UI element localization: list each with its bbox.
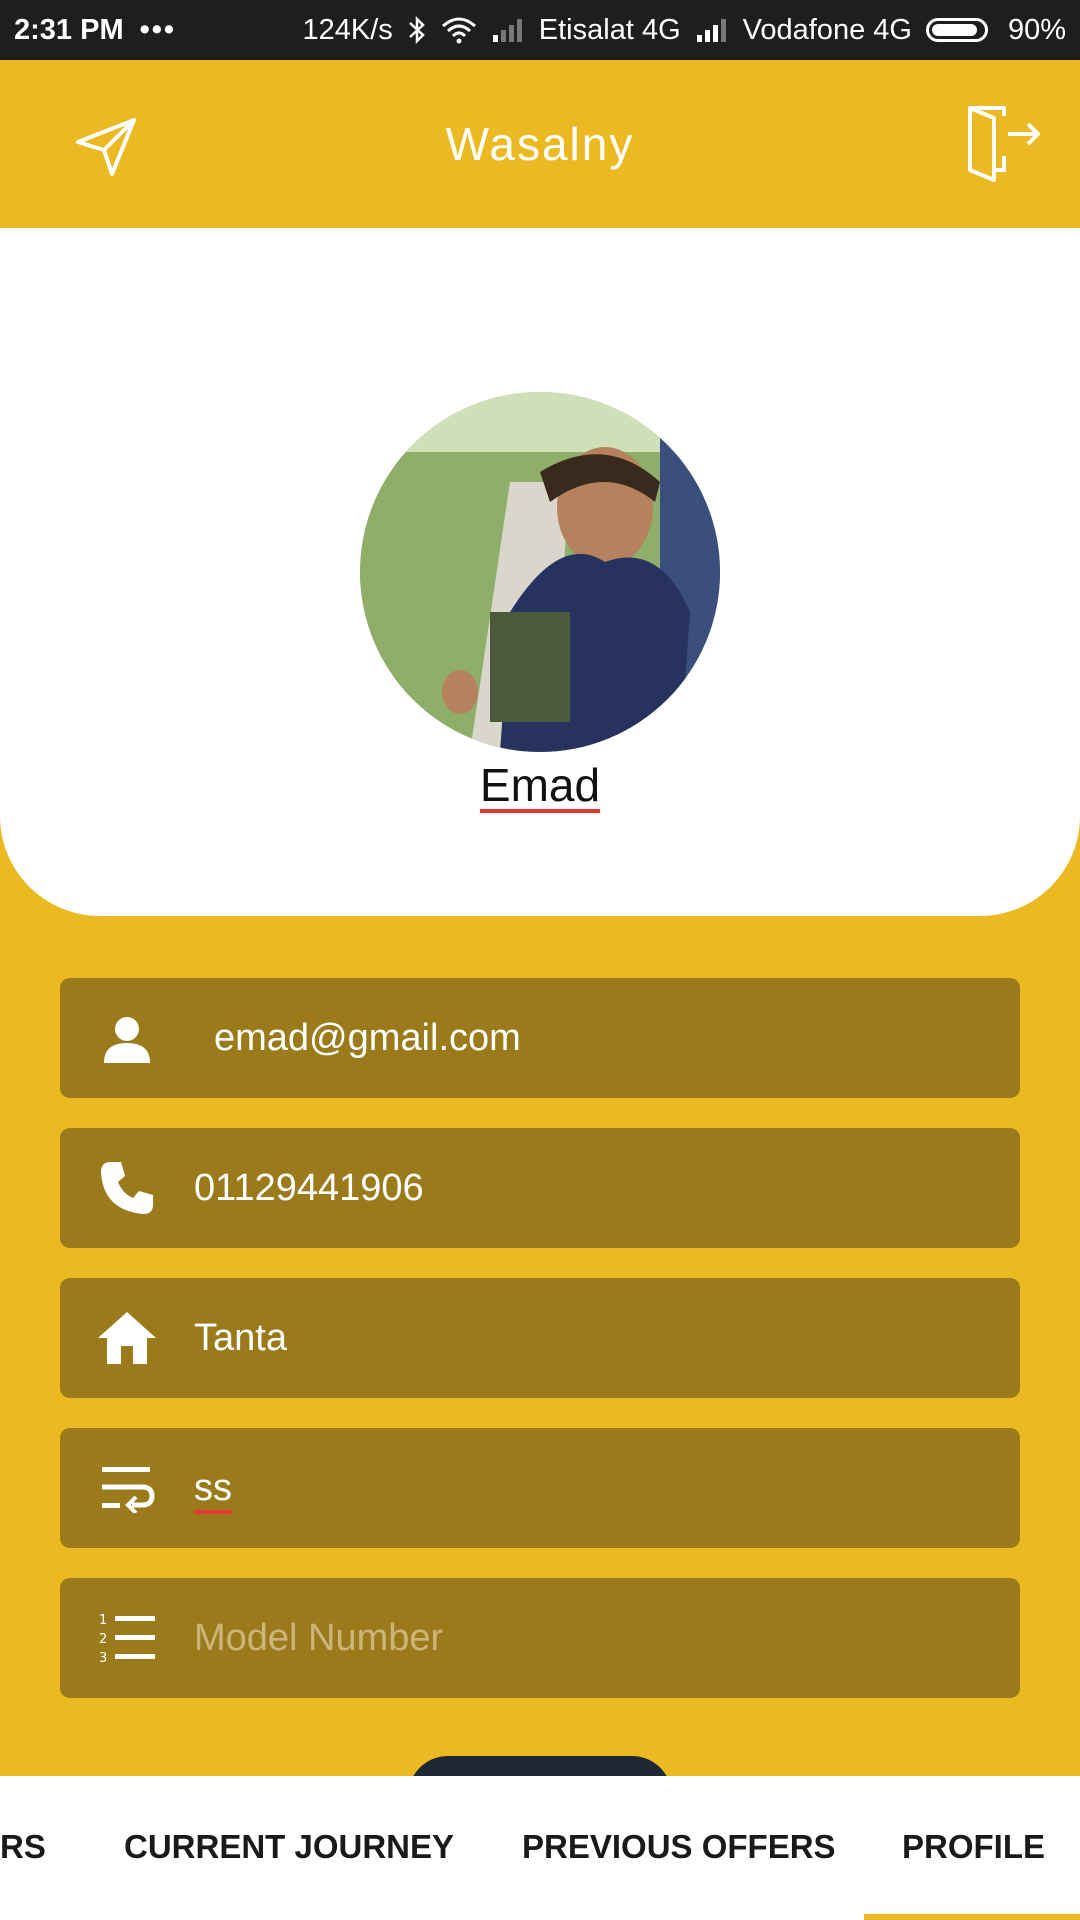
send-icon[interactable] [72, 112, 142, 182]
tab-previous-offers[interactable]: PREVIOUS OFFERS [522, 1828, 836, 1866]
tab-selected-indicator [864, 1914, 1080, 1920]
phone-value: 01129441906 [194, 1166, 424, 1209]
profile-name-text: Emad [479, 759, 601, 811]
email-value: emad@gmail.com [214, 1016, 521, 1059]
svg-text:2: 2 [99, 1632, 107, 1647]
carrier-2: Vodafone 4G [742, 13, 912, 46]
signal-icon-sim2 [695, 17, 729, 43]
tab-offers[interactable]: RS [0, 1828, 46, 1866]
wrap-text-field[interactable]: ss [60, 1428, 1020, 1548]
person-icon [92, 1003, 162, 1073]
status-more-dots: ••• [139, 13, 177, 46]
battery-icon [925, 18, 988, 42]
status-bar: 2:31 PM ••• 124K/s Etisalat 4G Vodafone … [0, 0, 1080, 60]
phone-field[interactable]: 01129441906 [60, 1128, 1020, 1248]
profile-name[interactable]: Emad [0, 758, 1080, 812]
bluetooth-icon [407, 15, 427, 45]
tab-current-journey[interactable]: CURRENT JOURNEY [124, 1828, 454, 1866]
address-field[interactable]: Tanta [60, 1278, 1020, 1398]
home-icon [92, 1303, 162, 1373]
svg-text:3: 3 [99, 1651, 107, 1664]
wrap-text-icon [92, 1453, 162, 1523]
carrier-1: Etisalat 4G [538, 13, 681, 46]
profile-header: Emad [0, 228, 1080, 916]
phone-icon [92, 1153, 162, 1223]
app-bar: Wasalny [0, 60, 1080, 228]
battery-fill [931, 24, 977, 36]
email-field[interactable]: emad@gmail.com [60, 978, 1020, 1098]
network-speed: 124K/s [302, 13, 393, 46]
bottom-tab-bar: RS CURRENT JOURNEY PREVIOUS OFFERS PROFI… [0, 1776, 1080, 1920]
signal-icon-sim1 [491, 17, 525, 43]
status-right: 124K/s Etisalat 4G Vodafone 4G 90% [302, 14, 1066, 47]
app-title: Wasalny [445, 118, 635, 170]
numbered-list-icon: 1 2 3 [92, 1603, 162, 1673]
wifi-icon [441, 16, 477, 44]
logout-icon[interactable] [962, 102, 1042, 182]
svg-text:1: 1 [99, 1613, 107, 1628]
tab-profile[interactable]: PROFILE [902, 1828, 1045, 1866]
model-number-placeholder: Model Number [194, 1616, 444, 1659]
address-value: Tanta [194, 1316, 287, 1359]
wrap-text-value: ss [194, 1466, 232, 1509]
battery-percent: 90% [1007, 13, 1066, 46]
model-number-field[interactable]: 1 2 3 Model Number [60, 1578, 1020, 1698]
status-time: 2:31 PM [14, 13, 124, 46]
avatar[interactable] [360, 392, 720, 752]
